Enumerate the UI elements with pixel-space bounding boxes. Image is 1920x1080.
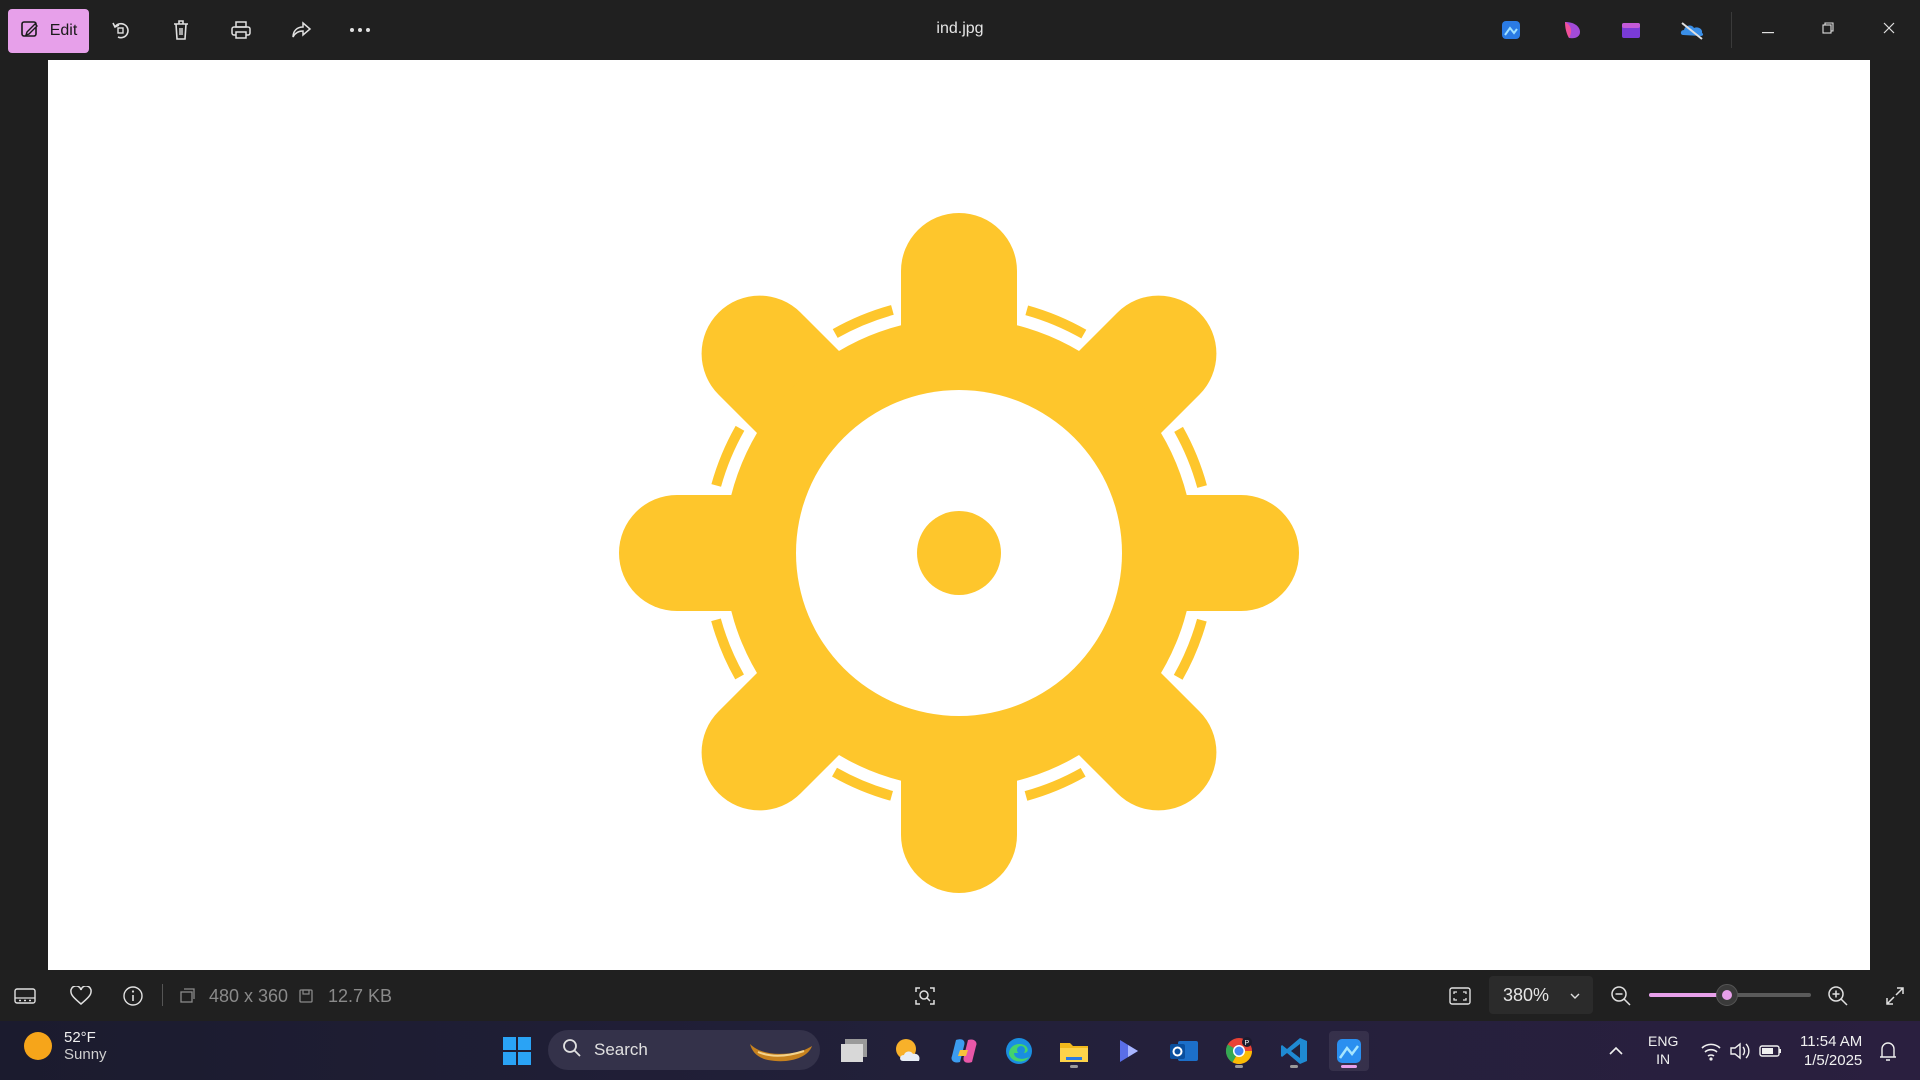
windows-logo-icon (503, 1037, 531, 1065)
system-clock[interactable]: 11:54 AM 1/5/2025 (1800, 1032, 1862, 1070)
photos-taskbar-icon[interactable] (1329, 1031, 1369, 1071)
zoom-slider[interactable] (1649, 984, 1811, 1006)
svg-text:P: P (1245, 1040, 1250, 1047)
show-hidden-icons-chevron-up-icon[interactable] (1596, 1031, 1636, 1071)
print-icon[interactable] (223, 12, 259, 48)
visual-search-icon[interactable] (909, 980, 941, 1012)
volume-icon[interactable] (1729, 1031, 1751, 1076)
zoom-slider-thumb[interactable] (1715, 984, 1738, 1006)
language-region: IN (1656, 1051, 1671, 1067)
sunny-weather-icon (24, 1032, 52, 1060)
chevron-down-icon (1569, 986, 1581, 1007)
file-size: 12.7 KB (328, 986, 393, 1006)
dimensions-icon (171, 980, 203, 1012)
weather-temperature: 52°F (64, 1029, 96, 1046)
minimize-button[interactable] (1745, 10, 1791, 50)
zoom-in-icon[interactable] (1822, 980, 1854, 1012)
outlook-icon[interactable] (1164, 1031, 1204, 1071)
search-placeholder: Search (594, 1040, 648, 1059)
photos-app-window: Edit ind.jpg 480 x 360 12.7 KB 380% (0, 0, 1920, 1021)
edit-icon (20, 19, 40, 44)
weather-description: Sunny (64, 1046, 107, 1063)
wifi-icon[interactable] (1700, 1031, 1722, 1076)
onedrive-icon[interactable] (1676, 14, 1708, 46)
info-icon[interactable] (117, 980, 149, 1012)
file-size-icon (290, 980, 322, 1012)
rotate-icon[interactable] (103, 12, 139, 48)
file-explorer-icon[interactable] (1054, 1031, 1094, 1071)
input-language[interactable]: ENG IN (1648, 1032, 1678, 1068)
status-bar: 480 x 360 12.7 KB 380% (0, 970, 1920, 1021)
more-icon[interactable] (342, 12, 378, 48)
favorite-heart-icon[interactable] (65, 980, 97, 1012)
zoom-value: 380% (1503, 984, 1550, 1005)
clock-date: 1/5/2025 (1803, 1052, 1863, 1069)
vscode-icon[interactable] (1274, 1031, 1314, 1071)
running-indicator (1235, 1065, 1243, 1068)
delete-icon[interactable] (163, 12, 199, 48)
taskbar-search[interactable]: Search (548, 1030, 820, 1070)
share-icon[interactable] (283, 12, 319, 48)
fullscreen-icon[interactable] (1879, 980, 1911, 1012)
edge-browser-icon[interactable] (999, 1031, 1039, 1071)
power-automate-icon[interactable] (1109, 1031, 1149, 1071)
close-button[interactable] (1866, 10, 1912, 50)
designer-icon[interactable] (1615, 14, 1647, 46)
weather-app-icon[interactable] (889, 1031, 929, 1071)
edit-button[interactable]: Edit (8, 9, 89, 53)
language-code: ENG (1648, 1033, 1679, 1049)
task-view-icon[interactable] (834, 1031, 874, 1071)
status-separator (162, 984, 163, 1006)
gear-image (619, 213, 1299, 893)
running-indicator (1290, 1065, 1298, 1068)
restore-button[interactable] (1805, 10, 1851, 50)
photos-app-icon[interactable] (1495, 14, 1527, 46)
search-highlight-icon (750, 1044, 812, 1062)
toolbar: Edit ind.jpg (0, 0, 1920, 60)
clock-time: 11:54 AM (1800, 1033, 1863, 1050)
toolbar-divider (1731, 12, 1732, 48)
image-dimensions: 480 x 360 (209, 986, 289, 1006)
copilot-icon[interactable] (944, 1031, 984, 1071)
zoom-level-dropdown[interactable]: 380% (1489, 976, 1593, 1014)
edit-label: Edit (49, 22, 78, 39)
fit-to-window-icon[interactable] (1444, 980, 1476, 1012)
windows-taskbar: 52°F Sunny Search P ENG IN 11:54 AM 1/5/… (0, 1021, 1920, 1080)
close-icon (1883, 21, 1895, 39)
active-indicator (1341, 1065, 1357, 1068)
restore-icon (1822, 21, 1834, 39)
minimize-icon (1762, 21, 1774, 39)
search-icon (562, 1038, 582, 1063)
zoom-out-icon[interactable] (1605, 980, 1637, 1012)
weather-widget[interactable]: 52°F Sunny (24, 1029, 107, 1063)
battery-icon[interactable] (1759, 1031, 1783, 1076)
file-name: ind.jpg (936, 20, 984, 37)
notifications-icon[interactable] (1877, 1031, 1899, 1076)
chrome-browser-icon[interactable]: P (1219, 1031, 1259, 1071)
start-button[interactable] (497, 1031, 537, 1071)
clipchamp-icon[interactable] (1556, 14, 1588, 46)
running-indicator (1070, 1065, 1078, 1068)
filmstrip-icon[interactable] (9, 980, 41, 1012)
image-canvas[interactable] (48, 60, 1870, 970)
